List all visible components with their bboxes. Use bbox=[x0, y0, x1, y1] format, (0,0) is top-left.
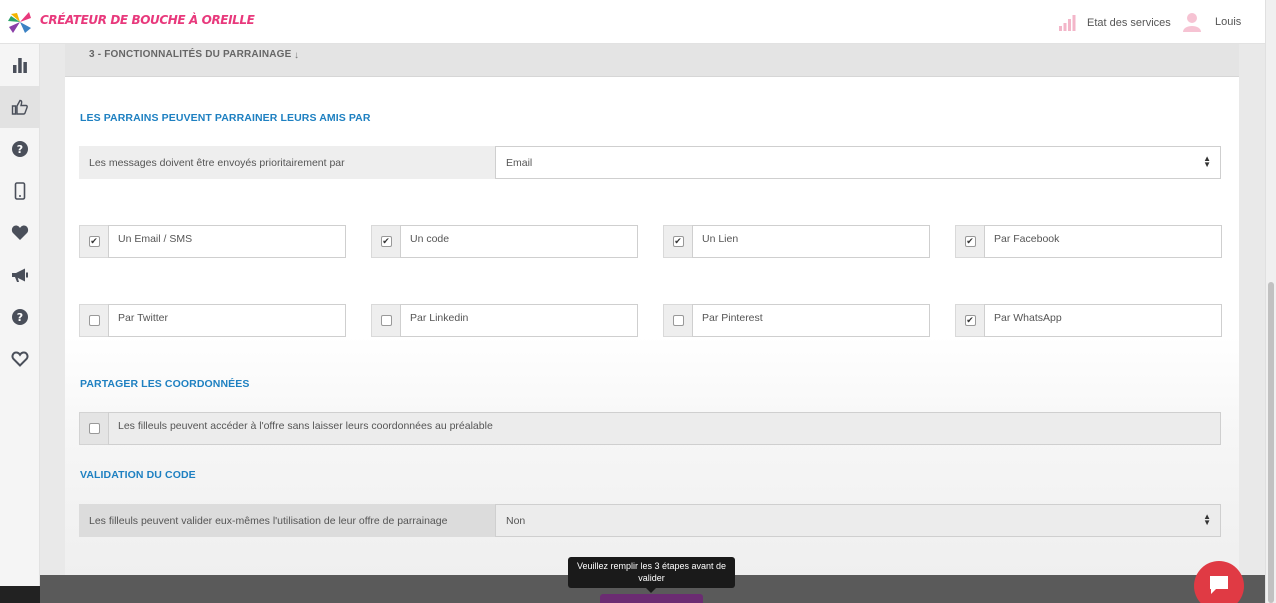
page-scrollbar[interactable] bbox=[1265, 0, 1276, 603]
svg-text:?: ? bbox=[17, 311, 23, 324]
share-option-label[interactable]: Les filleuls peuvent accéder à l'offre s… bbox=[108, 412, 1221, 445]
user-menu[interactable]: Louis bbox=[1183, 10, 1241, 34]
select-caret-icon: ▲ ▼ bbox=[1203, 512, 1211, 527]
megaphone-icon bbox=[12, 268, 28, 282]
option-label[interactable]: Par Facebook bbox=[984, 225, 1222, 258]
share-checkbox[interactable] bbox=[88, 423, 100, 434]
priority-channel-value: Email bbox=[506, 156, 533, 169]
option-code: ✔ Un code bbox=[371, 225, 638, 258]
option-link: ✔ Un Lien bbox=[663, 225, 930, 258]
checkbox-wrap: ✔ bbox=[955, 304, 984, 337]
self-validation-select[interactable]: Non ▲ ▼ bbox=[495, 504, 1221, 537]
priority-channel-row: Les messages doivent être envoyés priori… bbox=[79, 146, 1221, 179]
chat-button[interactable] bbox=[1194, 561, 1244, 603]
option-checkbox[interactable]: ✔ bbox=[964, 315, 976, 326]
user-name: Louis bbox=[1215, 16, 1242, 28]
top-bar: Créateur de bouche à oreille Etat des se… bbox=[0, 0, 1265, 44]
checkbox-wrap bbox=[371, 304, 400, 337]
option-no-contact-details: Les filleuls peuvent accéder à l'offre s… bbox=[79, 412, 1221, 445]
logo-icon[interactable] bbox=[7, 9, 33, 35]
option-facebook: ✔ Par Facebook bbox=[955, 225, 1222, 258]
option-label[interactable]: Par Linkedin bbox=[400, 304, 638, 337]
option-label[interactable]: Un Lien bbox=[692, 225, 930, 258]
validate-tooltip: Veuillez remplir les 3 étapes avant de v… bbox=[568, 557, 735, 593]
option-checkbox[interactable]: ✔ bbox=[88, 236, 100, 247]
priority-channel-select[interactable]: Email ▲ ▼ bbox=[495, 146, 1221, 179]
signal-bars-icon bbox=[1059, 15, 1076, 31]
option-email-sms: ✔ Un Email / SMS bbox=[79, 225, 346, 258]
heart-icon bbox=[11, 225, 29, 240]
validation-heading: VALIDATION DU CODE bbox=[80, 469, 196, 481]
share-heading: PARTAGER LES COORDONNÉES bbox=[80, 378, 250, 390]
option-whatsapp: ✔ Par WhatsApp bbox=[955, 304, 1222, 337]
sidebar-footer bbox=[0, 586, 40, 603]
section-title: 3 - FONCTIONNALITÉS DU PARRAINAGE bbox=[89, 49, 292, 60]
checkbox-wrap: ✔ bbox=[79, 225, 108, 258]
sponsors-heading: LES PARRAINS PEUVENT PARRAINER LEURS AMI… bbox=[80, 112, 371, 124]
option-pinterest: Par Pinterest bbox=[663, 304, 930, 337]
option-label[interactable]: Par WhatsApp bbox=[984, 304, 1222, 337]
option-label[interactable]: Par Twitter bbox=[108, 304, 346, 337]
option-label[interactable]: Par Pinterest bbox=[692, 304, 930, 337]
sidebar-item-referral[interactable] bbox=[0, 86, 40, 128]
option-checkbox[interactable] bbox=[380, 315, 392, 326]
checkbox-wrap bbox=[663, 304, 692, 337]
services-status-link[interactable]: Etat des services bbox=[1058, 12, 1171, 34]
thumbs-up-icon bbox=[11, 99, 28, 115]
sidebar-item-campaigns[interactable] bbox=[0, 254, 40, 296]
sidebar-item-wishlist[interactable] bbox=[0, 338, 40, 380]
option-label[interactable]: Un Email / SMS bbox=[108, 225, 346, 258]
sidebar-item-faq[interactable]: ? bbox=[0, 296, 40, 338]
self-validation-label: Les filleuls peuvent valider eux-mêmes l… bbox=[79, 504, 495, 537]
option-label[interactable]: Un code bbox=[400, 225, 638, 258]
app-logo-text[interactable]: Créateur de bouche à oreille bbox=[40, 13, 255, 27]
checkbox-wrap bbox=[79, 412, 108, 445]
sidebar: ? ? bbox=[0, 44, 40, 603]
section-header[interactable]: 3 - FONCTIONNALITÉS DU PARRAINAGE ↓ bbox=[65, 44, 1239, 77]
sidebar-item-statistics[interactable] bbox=[0, 44, 40, 86]
scrollbar-thumb[interactable] bbox=[1268, 282, 1274, 603]
self-validation-row: Les filleuls peuvent valider eux-mêmes l… bbox=[79, 504, 1221, 537]
checkbox-wrap: ✔ bbox=[371, 225, 400, 258]
help-circle-icon: ? bbox=[12, 309, 28, 325]
chat-bubble-icon bbox=[1210, 576, 1228, 594]
services-status-label: Etat des services bbox=[1087, 17, 1171, 29]
svg-text:?: ? bbox=[17, 143, 23, 156]
option-checkbox[interactable] bbox=[88, 315, 100, 326]
sidebar-item-help[interactable]: ? bbox=[0, 128, 40, 170]
self-validation-value: Non bbox=[506, 514, 526, 527]
checkbox-wrap: ✔ bbox=[955, 225, 984, 258]
option-checkbox[interactable]: ✔ bbox=[380, 236, 392, 247]
option-checkbox[interactable]: ✔ bbox=[964, 236, 976, 247]
checkbox-wrap: ✔ bbox=[663, 225, 692, 258]
option-twitter: Par Twitter bbox=[79, 304, 346, 337]
priority-channel-label: Les messages doivent être envoyés priori… bbox=[79, 146, 495, 179]
help-circle-icon: ? bbox=[12, 141, 28, 157]
checkbox-wrap bbox=[79, 304, 108, 337]
sidebar-item-favorites[interactable] bbox=[0, 212, 40, 254]
sidebar-item-mobile[interactable] bbox=[0, 170, 40, 212]
collapse-arrow-icon[interactable]: ↓ bbox=[294, 50, 299, 61]
option-checkbox[interactable]: ✔ bbox=[672, 236, 684, 247]
user-avatar-icon bbox=[1183, 13, 1201, 32]
bar-chart-icon bbox=[13, 58, 27, 73]
select-caret-icon: ▲ ▼ bbox=[1203, 154, 1211, 169]
option-linkedin: Par Linkedin bbox=[371, 304, 638, 337]
heart-outline-icon bbox=[11, 351, 29, 367]
option-checkbox[interactable] bbox=[672, 315, 684, 326]
mobile-phone-icon bbox=[14, 182, 26, 200]
